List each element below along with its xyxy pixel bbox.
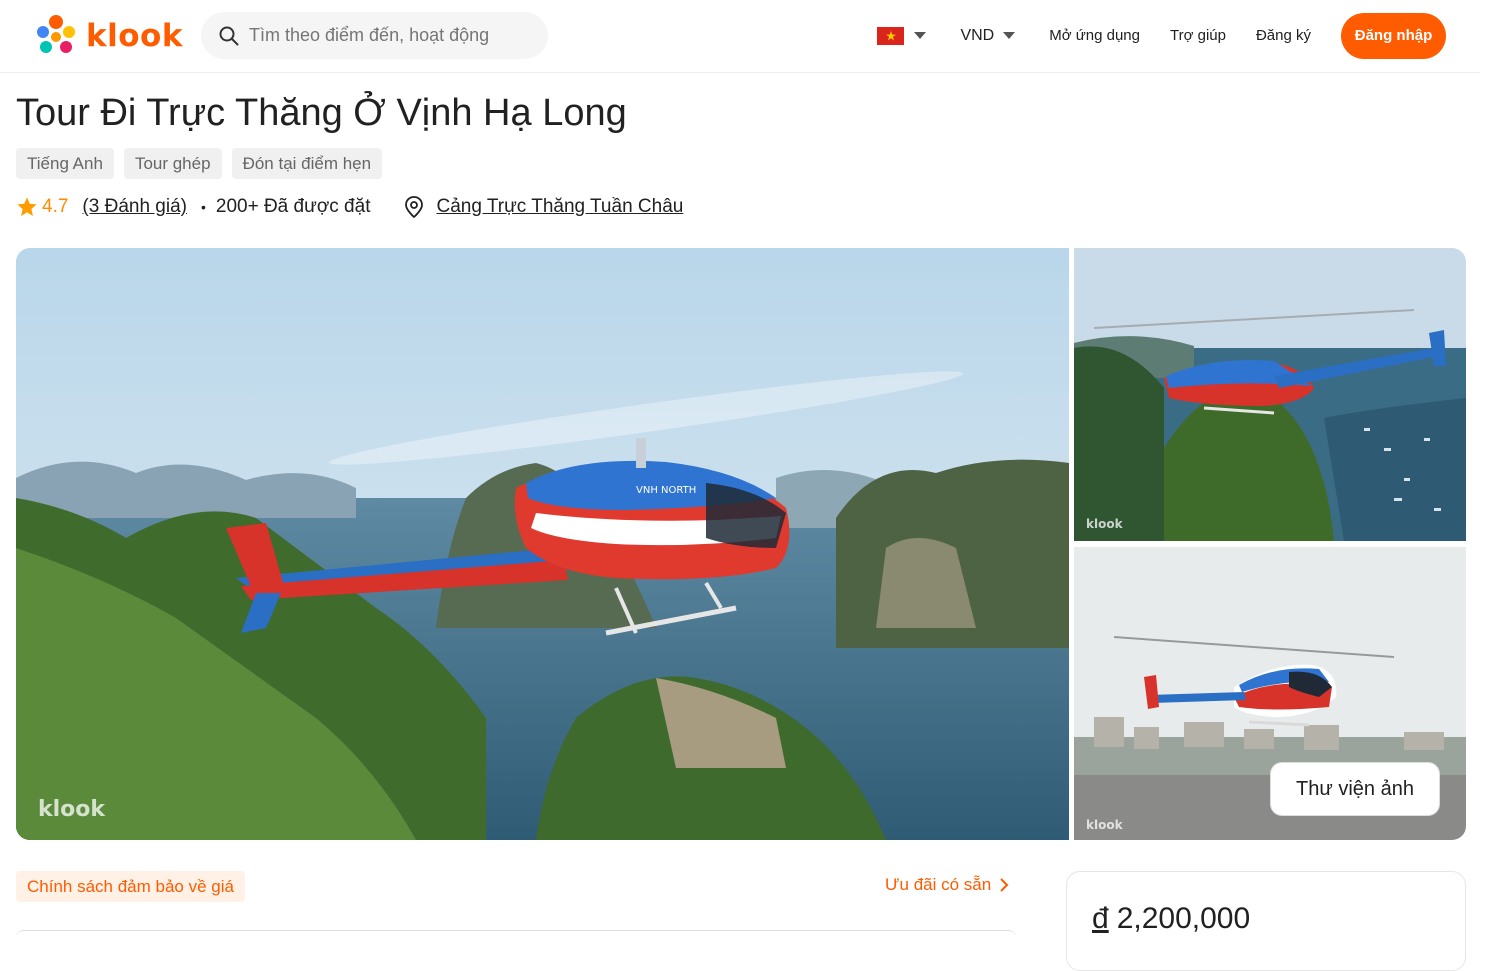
star-icon	[17, 197, 37, 216]
chevron-down-icon	[1003, 32, 1016, 39]
activity-tags: Tiếng Anh Tour ghép Đón tại điểm hẹn	[16, 148, 383, 179]
klook-logo[interactable]: klook	[34, 14, 183, 58]
section-card-edge	[16, 930, 1016, 942]
tag-tour-type: Tour ghép	[123, 148, 222, 179]
location-pin-icon	[404, 196, 424, 218]
gallery-main-image[interactable]: VNH NORTH Vietnam Helicopters klook	[16, 248, 1069, 840]
language-selector[interactable]	[877, 26, 927, 45]
header-nav: VND Mở ứng dụng Trợ giúp Đăng ký Đăng nh…	[877, 12, 1446, 59]
help-link[interactable]: Trợ giúp	[1170, 27, 1226, 44]
available-offers-link[interactable]: Ưu đãi có sẵn	[885, 875, 1009, 895]
signup-link[interactable]: Đăng ký	[1256, 27, 1311, 44]
helicopter-aerial-image	[1074, 248, 1466, 541]
price-guarantee-badge[interactable]: Chính sách đảm bảo về giá	[16, 871, 245, 902]
gallery-thumbnail-1[interactable]: klook	[1074, 248, 1466, 541]
chevron-down-icon	[914, 32, 927, 39]
chevron-right-icon	[1000, 878, 1009, 892]
booked-count: 200+ Đã được đặt	[215, 196, 371, 217]
offers-label: Ưu đãi có sẵn	[885, 875, 992, 894]
login-button[interactable]: Đăng nhập	[1341, 12, 1446, 59]
reviews-link[interactable]: (3 Đánh giá)	[82, 196, 187, 218]
search-bar[interactable]	[201, 12, 548, 59]
activity-meta: 4.7 (3 Đánh giá) • 200+ Đã được đặt Cảng…	[16, 193, 683, 221]
logo-text: klook	[86, 18, 183, 54]
currency-selector[interactable]: VND	[960, 26, 1016, 45]
search-input[interactable]	[249, 25, 529, 46]
klook-watermark: klook	[1086, 818, 1123, 832]
tag-pickup: Đón tại điểm hẹn	[231, 148, 383, 179]
tag-language: Tiếng Anh	[16, 148, 114, 179]
photo-gallery-button[interactable]: Thư viện ảnh	[1270, 762, 1440, 816]
currency-symbol: đ	[1092, 902, 1109, 935]
search-icon	[219, 26, 239, 45]
top-header: klook VND Mở ứng dụng Trợ giúp Đăng ký Đ…	[0, 0, 1480, 73]
helicopter-over-bay-image: VNH NORTH Vietnam Helicopters	[16, 248, 1069, 840]
klook-logo-icon	[37, 15, 75, 53]
vietnam-flag-icon	[877, 26, 905, 45]
location-link[interactable]: Cảng Trực Thăng Tuần Châu	[436, 196, 683, 218]
heli-marking: VNH NORTH	[636, 485, 696, 496]
klook-watermark: klook	[1086, 517, 1123, 531]
rating-value: 4.7	[42, 196, 69, 217]
page-title: Tour Đi Trực Thăng Ở Vịnh Hạ Long	[16, 92, 627, 134]
price-value: đ 2,200,000	[1092, 902, 1250, 936]
klook-watermark: klook	[38, 797, 106, 822]
price-amount: 2,200,000	[1116, 902, 1251, 935]
separator-dot: •	[200, 199, 206, 215]
open-app-link[interactable]: Mở ứng dụng	[1049, 27, 1140, 44]
price-card: đ 2,200,000	[1066, 871, 1466, 971]
gallery-thumbnail-2[interactable]: klook Thư viện ảnh	[1074, 547, 1466, 840]
currency-label: VND	[960, 26, 995, 44]
heli-marking-2: Vietnam Helicopters	[615, 533, 699, 542]
